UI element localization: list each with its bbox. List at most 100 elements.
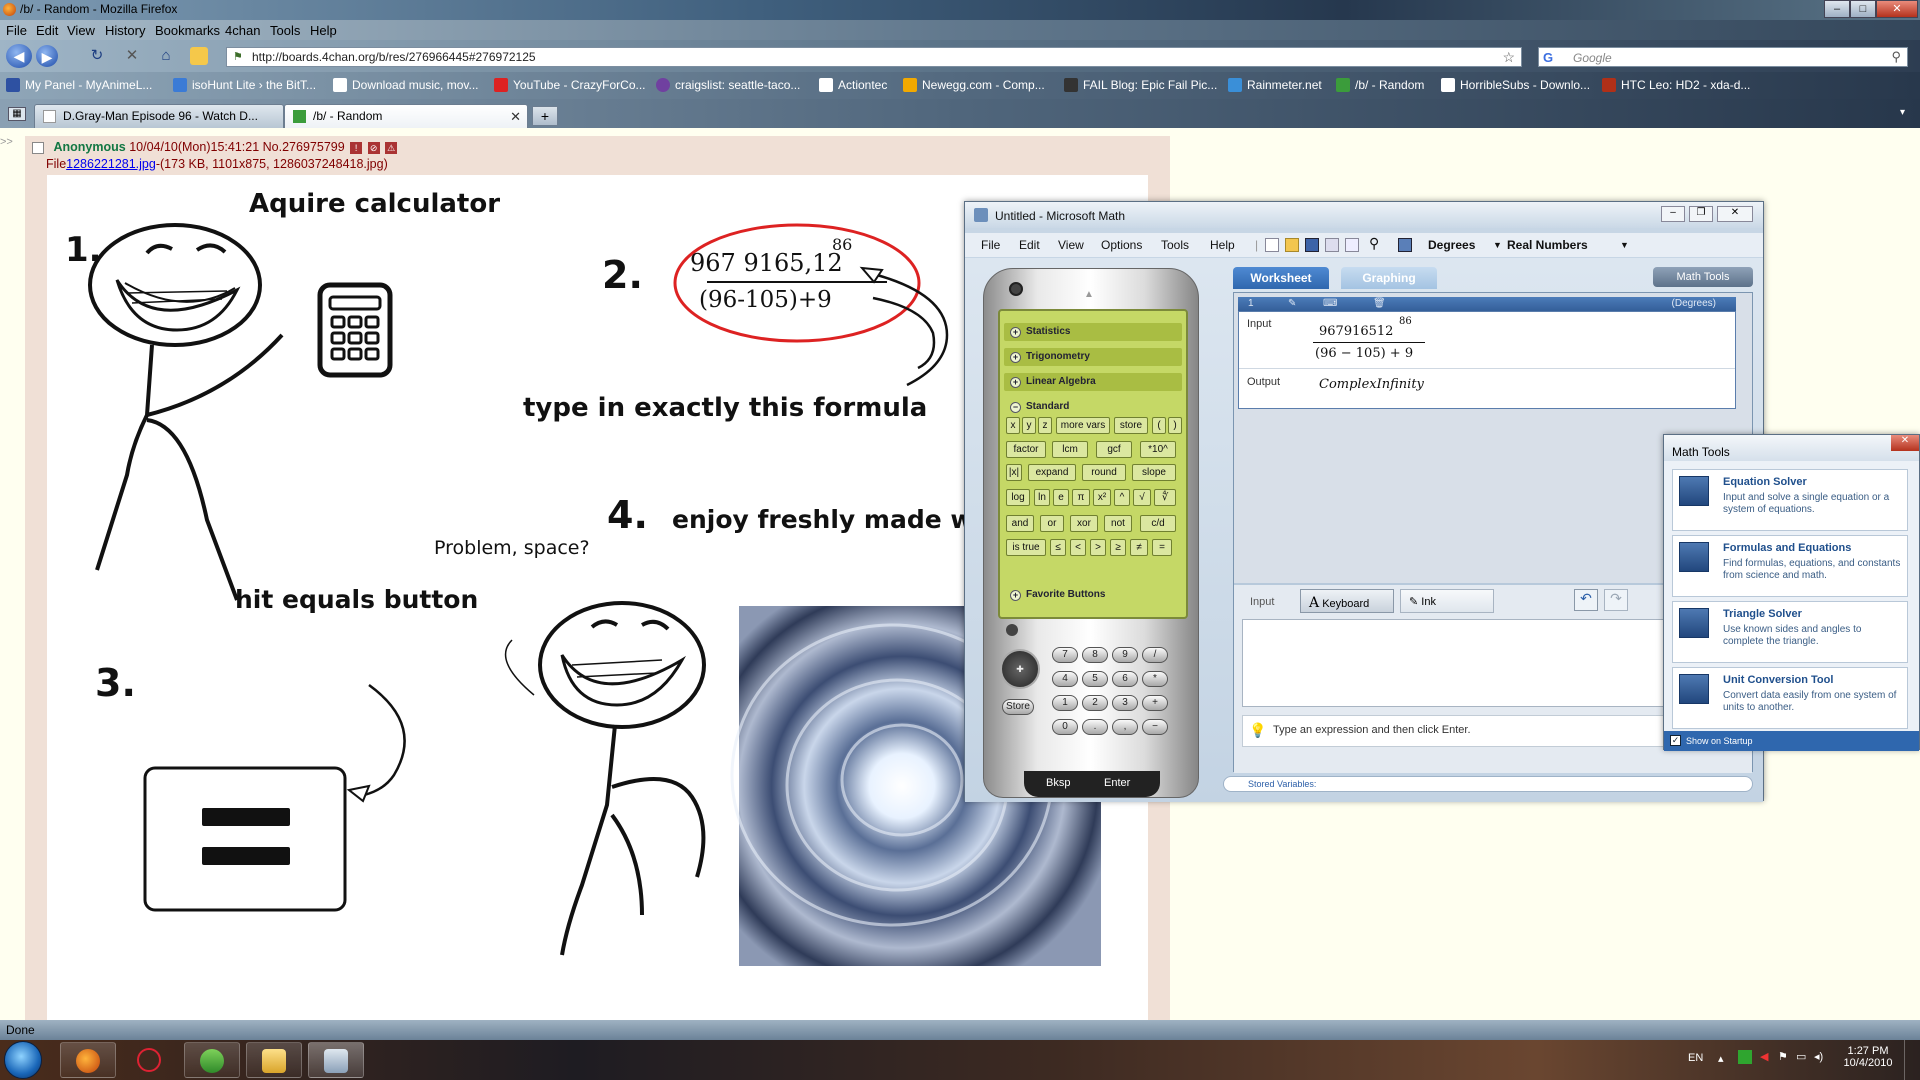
bookmark-item[interactable]: Rainmeter.net bbox=[1228, 78, 1322, 92]
minimize-button[interactable]: – bbox=[1824, 0, 1850, 18]
delete-icon[interactable]: ⊘ bbox=[367, 141, 380, 154]
angle-mode-dropdown[interactable]: Degrees bbox=[1428, 238, 1475, 252]
power-icon[interactable] bbox=[1006, 624, 1018, 636]
key-or[interactable]: or bbox=[1040, 515, 1064, 532]
direction-pad[interactable]: ✚ bbox=[1000, 649, 1040, 689]
menu-history[interactable]: History bbox=[105, 23, 145, 38]
calculator-pad-icon[interactable] bbox=[1398, 238, 1412, 252]
bookmark-star-icon[interactable]: ☆ bbox=[1502, 49, 1515, 66]
bookmark-item[interactable]: /b/ - Random bbox=[1336, 78, 1424, 92]
search-box[interactable]: G Google ⚲ bbox=[1538, 47, 1908, 67]
undo-icon[interactable]: ↶ bbox=[1574, 589, 1598, 611]
key-comma[interactable]: , bbox=[1112, 719, 1138, 735]
key-8[interactable]: 8 bbox=[1082, 647, 1108, 663]
math-restore-button[interactable]: ❐ bbox=[1689, 206, 1713, 222]
key-x[interactable]: x bbox=[1006, 417, 1020, 434]
menu-4chan[interactable]: 4chan bbox=[225, 23, 260, 38]
back-button[interactable]: ◀ bbox=[6, 44, 32, 68]
scroll-up-icon[interactable]: ▲ bbox=[1084, 289, 1094, 300]
delete-icon[interactable]: 🗑 bbox=[1373, 298, 1386, 309]
key-abs[interactable]: |x| bbox=[1006, 464, 1022, 481]
google-icon[interactable]: G bbox=[1543, 50, 1553, 65]
volume-icon[interactable]: ◂) bbox=[1814, 1050, 1823, 1063]
menu-bookmarks[interactable]: Bookmarks bbox=[155, 23, 220, 38]
bookmark-item[interactable]: craigslist: seattle-taco... bbox=[656, 78, 800, 92]
math-tools-close-button[interactable]: ✕ bbox=[1891, 435, 1919, 451]
url-bar[interactable]: ⚑ http://boards.4chan.org/b/res/27696644… bbox=[226, 47, 1522, 67]
menu-help[interactable]: Help bbox=[310, 23, 337, 38]
key-e[interactable]: e bbox=[1053, 489, 1069, 506]
key-more-vars[interactable]: more vars bbox=[1056, 417, 1110, 434]
taskbar-messenger[interactable] bbox=[184, 1042, 240, 1078]
category-linear-algebra[interactable]: + Linear Algebra bbox=[1004, 373, 1182, 391]
key-factor[interactable]: factor bbox=[1006, 441, 1046, 458]
key-7[interactable]: 7 bbox=[1052, 647, 1078, 663]
key-3[interactable]: 3 bbox=[1112, 695, 1138, 711]
taskbar-app-star[interactable] bbox=[122, 1042, 178, 1078]
stored-variables-bar[interactable]: Stored Variables: bbox=[1223, 776, 1753, 792]
new-tab-button[interactable]: + bbox=[532, 106, 558, 126]
formulas-equations-tool[interactable]: Formulas and Equations Find formulas, eq… bbox=[1672, 535, 1908, 597]
category-favorites[interactable]: + Favorite Buttons bbox=[1004, 586, 1182, 604]
key-4[interactable]: 4 bbox=[1052, 671, 1078, 687]
maximize-button[interactable]: □ bbox=[1850, 0, 1876, 18]
key-5[interactable]: 5 bbox=[1082, 671, 1108, 687]
category-standard[interactable]: − Standard bbox=[1004, 398, 1182, 416]
math-menu-view[interactable]: View bbox=[1058, 238, 1084, 252]
file-link[interactable]: 1286221281.jpg bbox=[66, 157, 156, 171]
redo-icon[interactable]: ↷ bbox=[1604, 589, 1628, 611]
key-y[interactable]: y bbox=[1022, 417, 1036, 434]
close-tab-icon[interactable]: ✕ bbox=[510, 109, 521, 125]
key-2[interactable]: 2 bbox=[1082, 695, 1108, 711]
keyboard-icon[interactable]: ⌨ bbox=[1323, 298, 1337, 309]
bookmark-item[interactable]: YouTube - CrazyForCo... bbox=[494, 78, 646, 92]
key-fraction[interactable]: c/d bbox=[1140, 515, 1176, 532]
power-icon[interactable] bbox=[1009, 282, 1023, 296]
action-center-icon[interactable]: ⚑ bbox=[1778, 1050, 1788, 1063]
math-menu-options[interactable]: Options bbox=[1101, 238, 1142, 252]
new-icon[interactable] bbox=[1265, 238, 1279, 252]
tray-app-icon[interactable] bbox=[1738, 1050, 1752, 1064]
close-button[interactable]: ✕ bbox=[1876, 0, 1918, 18]
number-mode-dropdown[interactable]: Real Numbers bbox=[1507, 238, 1588, 252]
scroll-tabs-icon[interactable]: ▾ bbox=[1900, 107, 1905, 118]
menu-tools[interactable]: Tools bbox=[270, 23, 300, 38]
category-trigonometry[interactable]: + Trigonometry bbox=[1004, 348, 1182, 366]
math-menu-help[interactable]: Help bbox=[1210, 238, 1235, 252]
key-expand[interactable]: expand bbox=[1028, 464, 1076, 481]
tab-worksheet[interactable]: Worksheet bbox=[1233, 267, 1329, 289]
key-1[interactable]: 1 bbox=[1052, 695, 1078, 711]
print-icon[interactable] bbox=[1325, 238, 1339, 252]
key-xor[interactable]: xor bbox=[1070, 515, 1098, 532]
bookmark-item[interactable]: FAIL Blog: Epic Fail Pic... bbox=[1064, 78, 1217, 92]
equation-solver-tool[interactable]: Equation Solver Input and solve a single… bbox=[1672, 469, 1908, 531]
key-log[interactable]: log bbox=[1006, 489, 1030, 506]
key-pi[interactable]: π bbox=[1072, 489, 1090, 506]
key-9[interactable]: 9 bbox=[1112, 647, 1138, 663]
network-icon[interactable]: ▭ bbox=[1796, 1050, 1806, 1063]
site-identity-icon[interactable]: ⚑ bbox=[233, 50, 243, 63]
key-is-true[interactable]: is true bbox=[1006, 539, 1046, 556]
menu-file[interactable]: File bbox=[6, 23, 27, 38]
key-close-paren[interactable]: ) bbox=[1168, 417, 1182, 434]
menu-edit[interactable]: Edit bbox=[36, 23, 58, 38]
key-lcm[interactable]: lcm bbox=[1052, 441, 1088, 458]
key-ln[interactable]: ln bbox=[1034, 489, 1050, 506]
math-menu-file[interactable]: File bbox=[981, 238, 1000, 252]
save-icon[interactable] bbox=[1305, 238, 1319, 252]
addon-icon[interactable] bbox=[190, 47, 208, 65]
tab-list-icon[interactable]: ▦ bbox=[8, 107, 26, 121]
post-number[interactable]: No.276975799 bbox=[263, 140, 345, 154]
home-icon[interactable]: ⌂ bbox=[157, 47, 175, 65]
chevron-down-icon[interactable]: ▼ bbox=[1493, 240, 1502, 250]
ink-button[interactable]: ✎ Ink bbox=[1400, 589, 1494, 613]
key-open-paren[interactable]: ( bbox=[1152, 417, 1166, 434]
key-geq[interactable]: ≥ bbox=[1110, 539, 1126, 556]
key-and[interactable]: and bbox=[1006, 515, 1034, 532]
key-slope[interactable]: slope bbox=[1132, 464, 1176, 481]
key-leq[interactable]: ≤ bbox=[1050, 539, 1066, 556]
key-store[interactable]: store bbox=[1114, 417, 1148, 434]
report-icon[interactable]: ! bbox=[350, 141, 363, 154]
show-desktop-button[interactable] bbox=[1904, 1040, 1920, 1080]
bookmark-item[interactable]: HorribleSubs - Downlo... bbox=[1441, 78, 1590, 92]
